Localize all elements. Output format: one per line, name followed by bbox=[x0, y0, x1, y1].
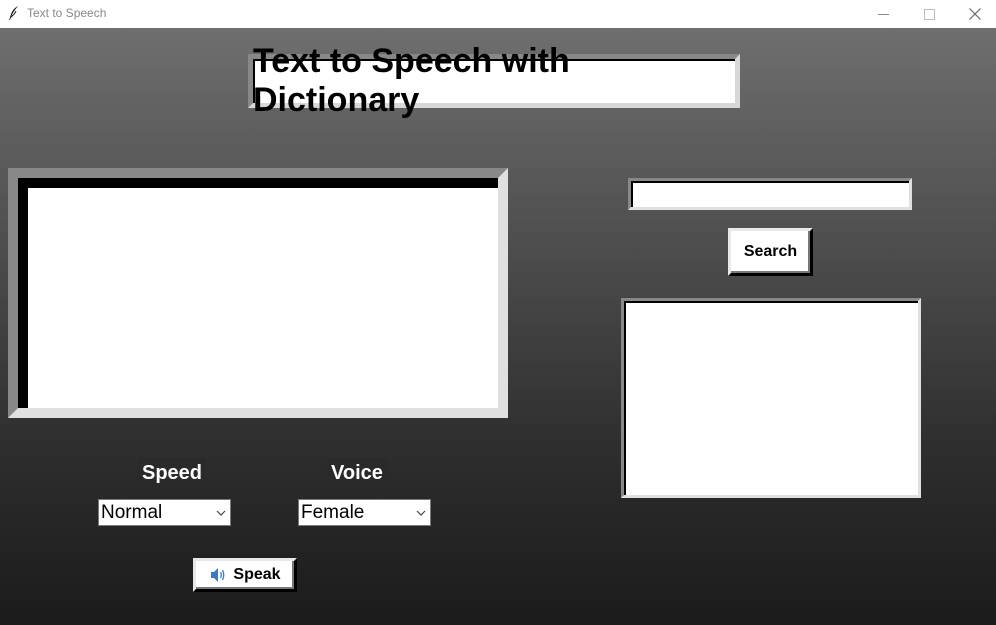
voice-label: Voice bbox=[327, 458, 387, 488]
window-title: Text to Speech bbox=[27, 6, 107, 20]
speed-select[interactable]: Normal bbox=[98, 499, 231, 526]
speed-label: Speed bbox=[138, 458, 207, 488]
text-input-area[interactable] bbox=[8, 168, 508, 418]
chevron-down-icon bbox=[216, 510, 226, 516]
voice-select[interactable]: Female bbox=[298, 499, 431, 526]
dictionary-result-box bbox=[621, 298, 921, 498]
title-bar: Text to Speech bbox=[0, 0, 996, 28]
speed-selected-value: Normal bbox=[101, 501, 163, 523]
close-button[interactable] bbox=[952, 0, 996, 28]
app-window: Text to Speech Text to Speech with Dicti… bbox=[0, 0, 996, 625]
dictionary-search-input[interactable] bbox=[628, 178, 912, 210]
search-button[interactable]: Search bbox=[728, 228, 813, 276]
speak-button-label: Speak bbox=[233, 566, 281, 583]
voice-selected-value: Female bbox=[301, 501, 365, 523]
speaker-icon bbox=[211, 568, 225, 582]
maximize-icon bbox=[923, 8, 935, 20]
maximize-button[interactable] bbox=[906, 0, 952, 28]
feather-icon bbox=[9, 6, 18, 20]
app-body: Text to Speech with Dictionary Search Sp… bbox=[0, 28, 996, 625]
minimize-icon bbox=[877, 13, 889, 15]
speak-button[interactable]: Speak bbox=[193, 558, 297, 592]
close-icon bbox=[969, 8, 981, 20]
minimize-button[interactable] bbox=[860, 0, 906, 28]
page-title: Text to Speech with Dictionary bbox=[248, 42, 740, 119]
chevron-down-icon bbox=[416, 510, 426, 516]
